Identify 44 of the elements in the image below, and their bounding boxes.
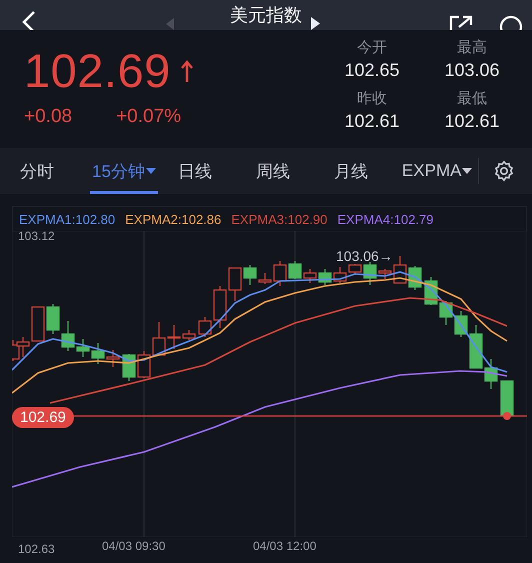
current-price: 102.69 xyxy=(24,44,171,98)
back-icon[interactable] xyxy=(20,10,38,30)
next-icon[interactable] xyxy=(311,17,320,30)
last-price-badge: 102.69 xyxy=(12,407,74,428)
period-tab[interactable]: 15分钟 xyxy=(90,148,158,194)
period-tab[interactable]: EXPMA xyxy=(400,148,474,194)
period-tab[interactable]: 月线 xyxy=(332,148,370,194)
stat-value: 102.65 xyxy=(344,59,400,82)
stat-value: 103.06 xyxy=(444,59,500,82)
price-change: +0.08 xyxy=(24,106,72,128)
candle xyxy=(106,350,120,367)
candle xyxy=(439,301,453,325)
stat-label: 昨收 xyxy=(357,89,387,109)
indicator-legend: EXPMA4:102.79 xyxy=(337,212,434,226)
time-label: 04/03 12:00 xyxy=(253,539,316,553)
axis-label: 103.12 xyxy=(18,229,55,243)
indicator-legend: EXPMA2:102.86 xyxy=(125,212,222,226)
candle xyxy=(137,351,151,378)
candle xyxy=(46,304,60,334)
stat-label: 最高 xyxy=(457,38,487,58)
settings-icon[interactable] xyxy=(493,160,516,182)
axis-label: 102.63 xyxy=(18,542,55,556)
time-label: 04/03 09:30 xyxy=(102,539,166,553)
share-icon[interactable] xyxy=(449,15,473,30)
stat-value: 102.61 xyxy=(444,110,500,133)
period-tab[interactable]: 周线 xyxy=(254,148,292,194)
candle xyxy=(91,343,105,364)
candle xyxy=(500,380,514,416)
window-title: 美元指数 xyxy=(230,5,302,25)
stat-label: 最低 xyxy=(457,89,487,109)
percent-change: +0.07% xyxy=(116,106,182,128)
indicator-legend: EXPMA3:102.90 xyxy=(231,212,328,226)
period-tab[interactable]: 日线 xyxy=(176,148,214,194)
stat-value: 102.61 xyxy=(344,110,400,133)
indicator-legend: EXPMA1:102.80 xyxy=(19,212,116,226)
candle xyxy=(152,322,166,356)
last-price-dot xyxy=(503,412,511,420)
stat-label: 今开 xyxy=(357,38,387,58)
candle xyxy=(318,269,332,285)
period-tab[interactable]: 分时 xyxy=(18,148,56,194)
candle xyxy=(288,261,302,279)
candle xyxy=(303,269,317,283)
search-icon[interactable] xyxy=(498,14,524,30)
high-price-marker: 103.06→ xyxy=(336,248,393,264)
